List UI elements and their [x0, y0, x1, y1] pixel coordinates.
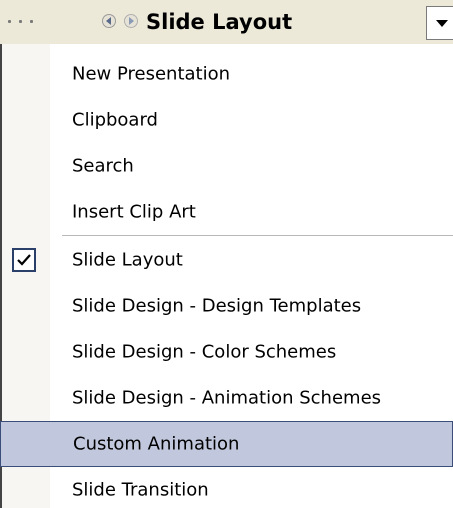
menu-item-label: Search	[72, 155, 134, 177]
task-pane: Slide Layout New Presentation Clipboard …	[0, 0, 453, 508]
drag-grip-icon[interactable]	[8, 20, 38, 24]
menu-item-label: Slide Design - Design Templates	[72, 295, 362, 317]
menu-item-new-presentation[interactable]: New Presentation	[0, 51, 453, 97]
menu-item-label: Clipboard	[72, 109, 158, 131]
menu-item-label: Insert Clip Art	[72, 201, 196, 223]
forward-arrow-icon[interactable]	[122, 12, 140, 30]
menu-item-slide-layout[interactable]: Slide Layout	[0, 237, 453, 283]
menu-item-custom-animation[interactable]: Custom Animation	[0, 421, 453, 467]
task-pane-header: Slide Layout	[0, 0, 453, 45]
menu-separator	[62, 235, 453, 236]
menu-item-slide-design-color-schemes[interactable]: Slide Design - Color Schemes	[0, 329, 453, 375]
menu-item-label: Slide Design - Animation Schemes	[72, 387, 382, 409]
menu-item-slide-transition[interactable]: Slide Transition	[0, 467, 453, 508]
back-arrow-icon[interactable]	[100, 12, 118, 30]
menu-item-label: Slide Layout	[72, 249, 183, 271]
chevron-down-icon	[436, 20, 448, 27]
menu-item-slide-design-templates[interactable]: Slide Design - Design Templates	[0, 283, 453, 329]
menu-item-label: Slide Transition	[72, 479, 209, 501]
menu-item-clipboard[interactable]: Clipboard	[0, 97, 453, 143]
task-pane-menu: New Presentation Clipboard Search Insert…	[0, 44, 453, 508]
menu-item-label: Custom Animation	[73, 433, 240, 455]
menu-item-slide-design-animation-schemes[interactable]: Slide Design - Animation Schemes	[0, 375, 453, 421]
pane-dropdown-button[interactable]	[426, 6, 453, 40]
menu-item-search[interactable]: Search	[0, 143, 453, 189]
pane-title: Slide Layout	[146, 10, 293, 34]
menu-item-label: New Presentation	[72, 63, 231, 85]
menu-item-insert-clip-art[interactable]: Insert Clip Art	[0, 189, 453, 235]
menu-item-label: Slide Design - Color Schemes	[72, 341, 337, 363]
checkmark-icon	[12, 248, 36, 272]
